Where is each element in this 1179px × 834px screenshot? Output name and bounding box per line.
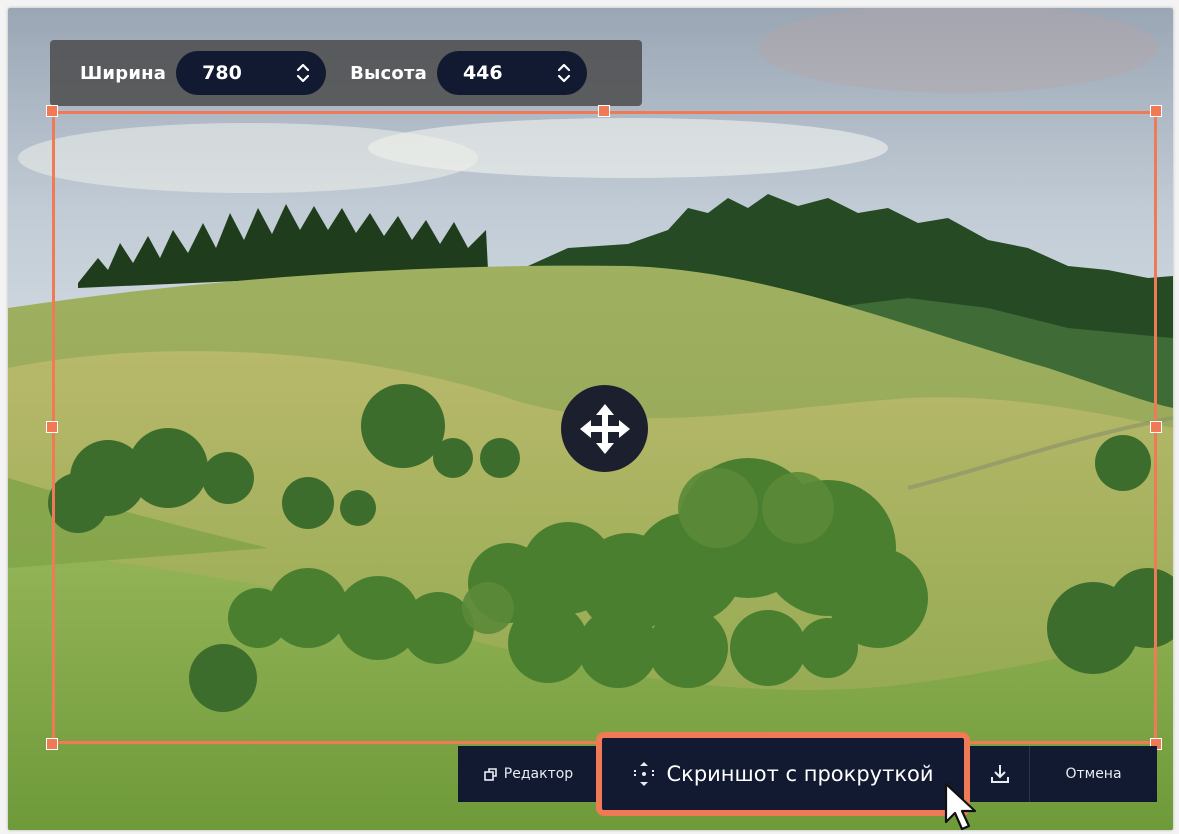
- download-icon: [990, 765, 1009, 783]
- resize-handle-top[interactable]: [598, 105, 610, 117]
- download-button[interactable]: [970, 746, 1030, 802]
- cancel-button[interactable]: Отмена: [1030, 746, 1157, 802]
- editor-button[interactable]: Редактор: [458, 746, 598, 802]
- move-arrows-icon: [579, 403, 630, 454]
- scroll-capture-icon: [634, 762, 655, 786]
- width-value[interactable]: 780: [202, 62, 242, 84]
- scroll-screenshot-button[interactable]: Скриншот с прокруткой: [596, 732, 970, 816]
- resize-handle-top-left[interactable]: [46, 105, 58, 117]
- height-label: Высота: [350, 62, 427, 84]
- resize-handle-right[interactable]: [1150, 421, 1162, 433]
- size-toolbar: Ширина 780 Высота 446: [50, 40, 642, 106]
- capture-action-bar: Редактор Скриншот с прокруткой Отмена: [458, 732, 1157, 816]
- resize-handle-top-right[interactable]: [1150, 105, 1162, 117]
- chevron-up-down-icon[interactable]: [296, 63, 310, 83]
- resize-handle-left[interactable]: [46, 421, 58, 433]
- editor-button-label: Редактор: [503, 766, 574, 782]
- editor-icon: [483, 768, 497, 781]
- scroll-screenshot-label: Скриншот с прокруткой: [666, 762, 934, 786]
- cancel-button-label: Отмена: [1065, 766, 1122, 782]
- height-stepper[interactable]: 446: [436, 51, 587, 95]
- width-label: Ширина: [80, 62, 167, 84]
- height-value[interactable]: 446: [463, 62, 503, 84]
- resize-handle-bottom-left[interactable]: [46, 738, 58, 750]
- chevron-up-down-icon[interactable]: [557, 63, 571, 83]
- width-stepper[interactable]: 780: [176, 51, 327, 95]
- move-selection-button[interactable]: [561, 385, 648, 472]
- mouse-pointer-icon: [944, 782, 977, 831]
